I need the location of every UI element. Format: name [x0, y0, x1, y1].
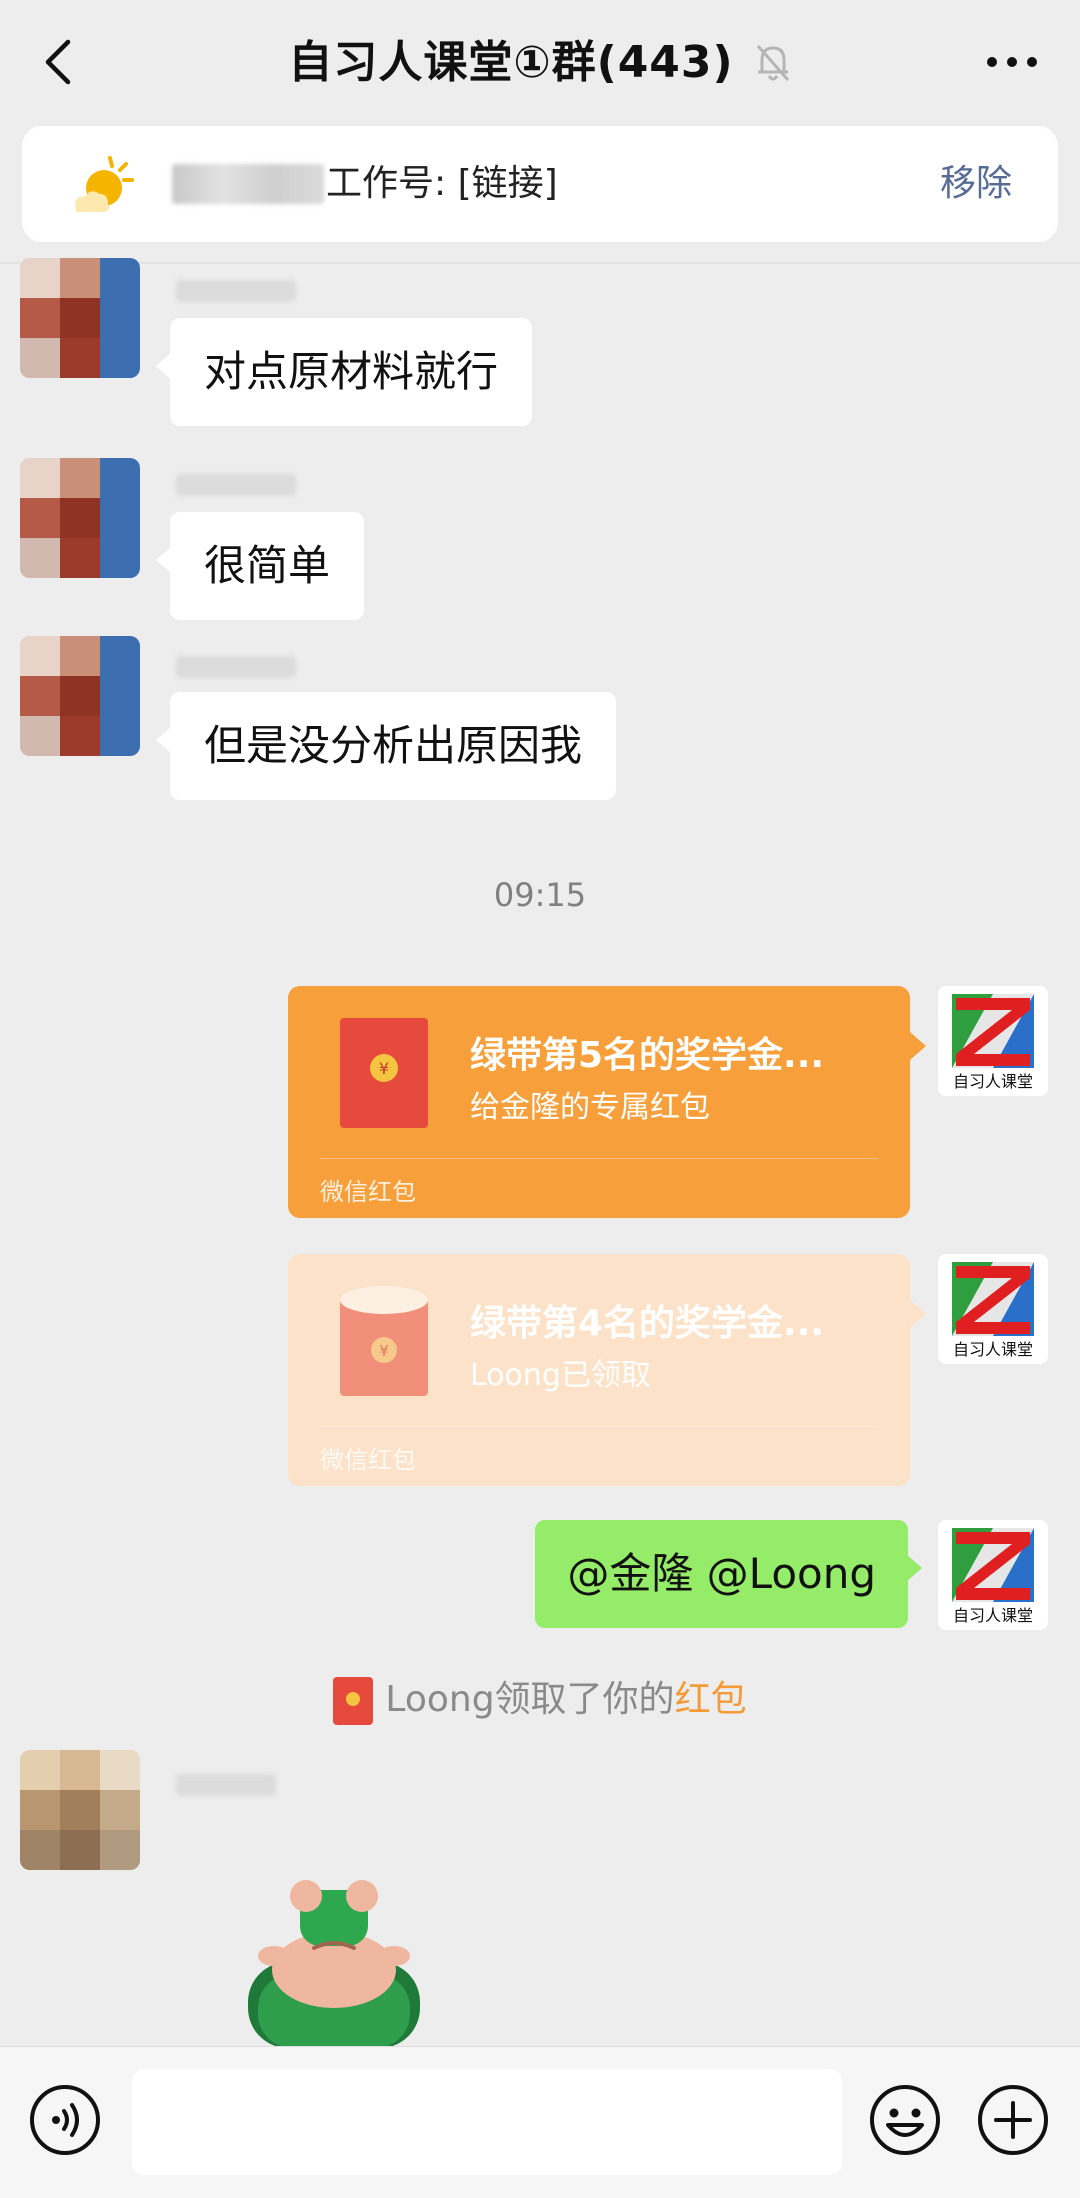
- outgoing-message-bubble[interactable]: @金隆 @Loong: [535, 1520, 922, 1628]
- bell-off-icon: [756, 45, 789, 81]
- more-actions-button[interactable]: [976, 2083, 1050, 2157]
- message-input[interactable]: [132, 2069, 842, 2175]
- z-logo-icon: [952, 1262, 1034, 1336]
- incoming-message-bubble[interactable]: 但是没分析出原因我: [155, 692, 617, 800]
- self-avatar[interactable]: 自习人课堂: [938, 986, 1048, 1096]
- voice-input-button[interactable]: [28, 2083, 102, 2157]
- incoming-message-bubble[interactable]: 对点原材料就行: [155, 318, 533, 426]
- pinned-message-bar[interactable]: 工作号: [链接] 移除: [22, 126, 1058, 242]
- red-packet-footer: 微信红包: [320, 1178, 416, 1206]
- remove-pinned-button[interactable]: 移除: [940, 160, 1012, 208]
- red-packet-footer: 微信红包: [320, 1446, 416, 1474]
- blurred-sender-name: [172, 164, 324, 204]
- self-avatar[interactable]: 自习人课堂: [938, 1520, 1048, 1630]
- z-logo-icon: [952, 1528, 1034, 1602]
- system-message-text: Loong领取了你的: [385, 1679, 675, 1720]
- red-packet-divider: [320, 1426, 878, 1427]
- chat-title-bar: 自习人课堂①群(443): [0, 30, 1080, 92]
- chat-header: 自习人课堂①群(443): [0, 0, 1080, 122]
- avatar[interactable]: [20, 258, 140, 378]
- timestamp: 09:15: [493, 876, 587, 914]
- chat-screen: 自习人课堂①群(443) 工作号: [链接] 移除 对点原材料就行 很简单 但是…: [0, 0, 1080, 2198]
- svg-text:¥: ¥: [379, 1059, 389, 1078]
- red-packet-divider: [320, 1158, 878, 1159]
- emoji-button[interactable]: [868, 2083, 942, 2157]
- header-divider: [0, 262, 1080, 264]
- red-packet-mini-icon: [333, 1677, 374, 1725]
- incoming-message-bubble[interactable]: 很简单: [155, 512, 365, 620]
- ellipsis-icon: [987, 57, 1037, 67]
- self-avatar-label: 自习人课堂: [952, 1072, 1033, 1091]
- avatar[interactable]: [20, 458, 140, 578]
- frog-sticker[interactable]: [244, 1878, 424, 2048]
- avatar[interactable]: [20, 636, 140, 756]
- chat-title: 自习人课堂①群(443): [288, 37, 734, 88]
- sun-cloud-icon: [75, 156, 134, 212]
- self-avatar[interactable]: 自习人课堂: [938, 1254, 1048, 1364]
- red-packet-card[interactable]: ¥ 绿带第5名的奖学金... 给金隆的专属红包 微信红包: [288, 986, 926, 1218]
- chat-input-bar: [0, 2046, 1080, 2198]
- self-avatar-label: 自习人课堂: [952, 1340, 1033, 1359]
- pinned-text: 工作号: [链接]: [326, 163, 558, 204]
- blurred-sender-name: [176, 656, 296, 678]
- avatar[interactable]: [20, 1750, 140, 1870]
- red-packet-title: 绿带第5名的奖学金...: [470, 1035, 825, 1076]
- red-packet-subtitle: 给金隆的专属红包: [470, 1090, 710, 1125]
- red-packet-link[interactable]: 红包: [675, 1679, 747, 1720]
- blurred-sender-name: [176, 280, 296, 302]
- red-packet-opened-icon: ¥: [340, 1286, 428, 1396]
- z-logo-icon: [952, 994, 1034, 1068]
- red-packet-card[interactable]: ¥ 绿带第4名的奖学金... Loong已领取 微信红包: [288, 1254, 926, 1486]
- svg-text:¥: ¥: [379, 1342, 389, 1360]
- red-packet-title: 绿带第4名的奖学金...: [470, 1303, 825, 1344]
- red-packet-icon: ¥: [340, 1018, 428, 1128]
- blurred-sender-name: [176, 474, 296, 496]
- red-packet-subtitle: Loong已领取: [470, 1358, 651, 1393]
- more-options-button[interactable]: [984, 44, 1040, 80]
- system-message: Loong领取了你的红包: [0, 1670, 1080, 1725]
- self-avatar-label: 自习人课堂: [952, 1606, 1033, 1625]
- blurred-sender-name: [176, 1774, 276, 1796]
